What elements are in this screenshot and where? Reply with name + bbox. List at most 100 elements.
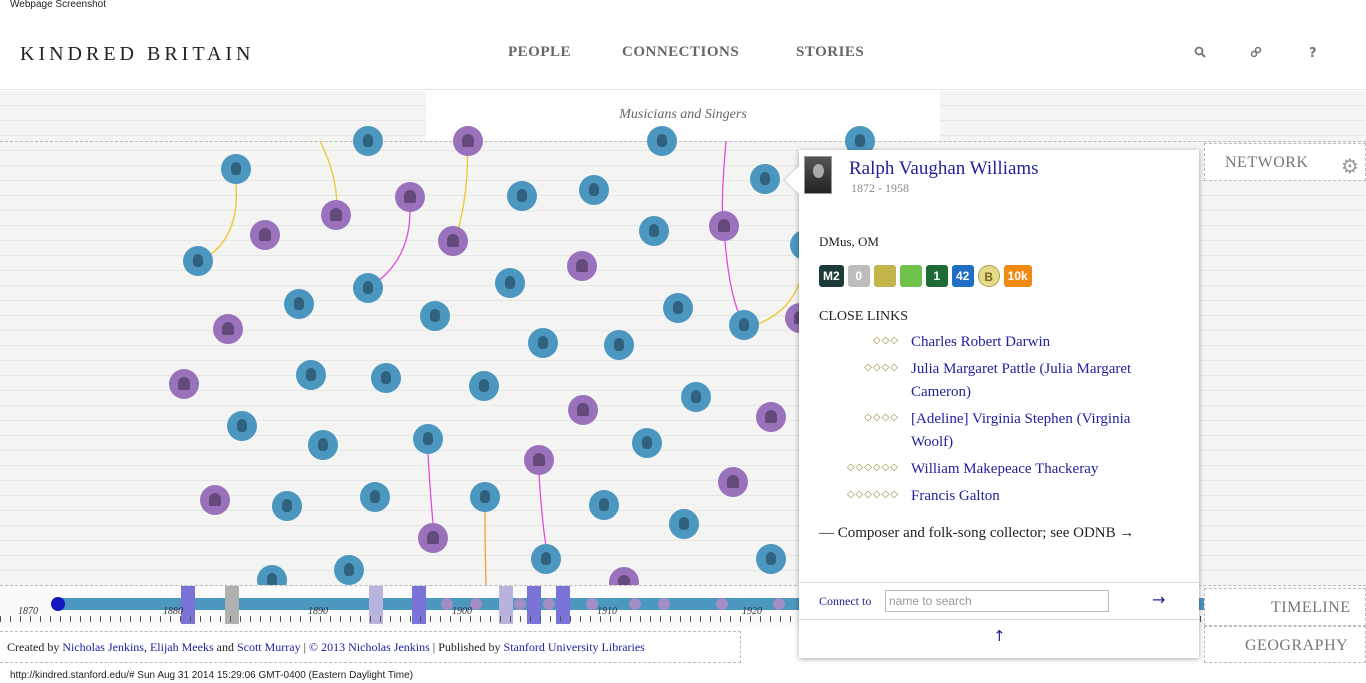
person-node[interactable] (334, 555, 364, 585)
footer-author-link[interactable]: Elijah Meeks (150, 640, 214, 654)
person-node[interactable] (528, 328, 558, 358)
site-logo[interactable]: KINDRED BRITAIN (20, 43, 255, 66)
person-node[interactable] (567, 251, 597, 281)
person-node[interactable] (469, 371, 499, 401)
divider (799, 619, 1199, 620)
person-node[interactable] (284, 289, 314, 319)
nav-connections[interactable]: CONNECTIONS (622, 44, 739, 61)
person-node[interactable] (524, 445, 554, 475)
collapse-arrow-icon[interactable]: ↑ (993, 627, 1006, 645)
person-node[interactable] (756, 402, 786, 432)
person-node[interactable] (418, 523, 448, 553)
nav-people[interactable]: PEOPLE (508, 44, 571, 61)
person-node[interactable] (756, 544, 786, 574)
timeline-handle[interactable] (51, 597, 65, 611)
link-icon[interactable] (1250, 46, 1262, 62)
person-node[interactable] (669, 509, 699, 539)
close-link[interactable]: [Adeline] Virginia Stephen (Virginia Woo… (911, 408, 1171, 454)
person-node[interactable] (470, 482, 500, 512)
timeline-dot[interactable] (629, 598, 641, 610)
person-node[interactable] (647, 126, 677, 156)
person-node[interactable] (495, 268, 525, 298)
footer-separator: | (303, 640, 307, 654)
tab-geography[interactable]: GEOGRAPHY (1204, 626, 1366, 663)
person-node[interactable] (308, 430, 338, 460)
close-link[interactable]: William Makepeace Thackeray (911, 458, 1171, 481)
nav-stories[interactable]: STORIES (796, 44, 864, 61)
person-node[interactable] (420, 301, 450, 331)
badge[interactable]: 1 (925, 265, 948, 287)
person-node[interactable] (221, 154, 251, 184)
person-node[interactable] (371, 363, 401, 393)
person-node[interactable] (632, 428, 662, 458)
person-titles: DMus, OM (819, 234, 879, 249)
badge[interactable] (873, 265, 896, 287)
person-node[interactable] (413, 424, 443, 454)
tab-geography-label: GEOGRAPHY (1245, 637, 1349, 654)
person-node[interactable] (213, 314, 243, 344)
person-node[interactable] (353, 126, 383, 156)
person-node[interactable] (296, 360, 326, 390)
person-node[interactable] (579, 175, 609, 205)
timeline-dot[interactable] (514, 598, 526, 610)
person-node[interactable] (568, 395, 598, 425)
footer-author-link[interactable]: Nicholas Jenkins (62, 640, 144, 654)
badge[interactable]: 42 (951, 265, 974, 287)
close-link[interactable]: Charles Robert Darwin (911, 331, 1171, 354)
person-node[interactable] (183, 246, 213, 276)
connect-arrow-icon[interactable]: → (1152, 590, 1165, 609)
person-node[interactable] (250, 220, 280, 250)
gear-icon[interactable]: ⚙ (1341, 154, 1359, 178)
timeline-label: 1870 (18, 606, 38, 617)
tab-timeline[interactable]: TIMELINE (1204, 588, 1366, 626)
footer-copyright-link[interactable]: © 2013 Nicholas Jenkins (309, 640, 430, 654)
timeline-label: 1900 (452, 606, 472, 617)
person-node[interactable] (200, 485, 230, 515)
timeline-dot[interactable] (716, 598, 728, 610)
person-node[interactable] (507, 181, 537, 211)
person-node[interactable] (639, 216, 669, 246)
person-node[interactable] (169, 369, 199, 399)
portrait-image (804, 156, 832, 194)
person-node[interactable] (589, 490, 619, 520)
person-node[interactable] (729, 310, 759, 340)
person-node[interactable] (718, 467, 748, 497)
footer-publisher-link[interactable]: Stanford University Libraries (504, 640, 645, 654)
badge-row: M2 0 1 42 B 10k (819, 265, 1032, 287)
timeline-dot[interactable] (773, 598, 785, 610)
person-node[interactable] (604, 330, 634, 360)
status-caption: http://kindred.stanford.edu/# Sun Aug 31… (10, 670, 414, 681)
close-link[interactable]: Francis Galton (911, 485, 1171, 508)
tab-timeline-label: TIMELINE (1271, 599, 1351, 616)
close-link[interactable]: Julia Margaret Pattle (Julia Margaret Ca… (911, 358, 1171, 404)
badge[interactable]: M2 (819, 265, 844, 287)
person-node[interactable] (709, 211, 739, 241)
person-node[interactable] (227, 411, 257, 441)
timeline-dot[interactable] (543, 598, 555, 610)
badge[interactable] (899, 265, 922, 287)
badge[interactable]: 0 (847, 265, 870, 287)
badge[interactable]: 10k (1003, 265, 1032, 287)
person-node[interactable] (272, 491, 302, 521)
timeline-label: 1910 (597, 606, 617, 617)
person-description-link[interactable]: — Composer and folk-song collector; see … (819, 525, 1134, 542)
badge[interactable]: B (977, 265, 1000, 287)
person-node[interactable] (360, 482, 390, 512)
tab-network[interactable]: NETWORK ⚙ (1204, 143, 1366, 181)
person-name[interactable]: Ralph Vaughan Williams (849, 158, 1039, 180)
person-node[interactable] (750, 164, 780, 194)
person-node[interactable] (663, 293, 693, 323)
person-node[interactable] (453, 126, 483, 156)
person-node[interactable] (395, 182, 425, 212)
person-node[interactable] (321, 200, 351, 230)
timeline-dot[interactable] (658, 598, 670, 610)
help-icon[interactable]: ? (1309, 46, 1317, 61)
divider (799, 582, 1199, 583)
person-node[interactable] (353, 273, 383, 303)
connect-search-input[interactable] (885, 590, 1109, 612)
footer-author-link[interactable]: Scott Murray (237, 640, 301, 654)
person-node[interactable] (531, 544, 561, 574)
person-node[interactable] (438, 226, 468, 256)
search-icon[interactable] (1194, 46, 1206, 62)
person-node[interactable] (681, 382, 711, 412)
